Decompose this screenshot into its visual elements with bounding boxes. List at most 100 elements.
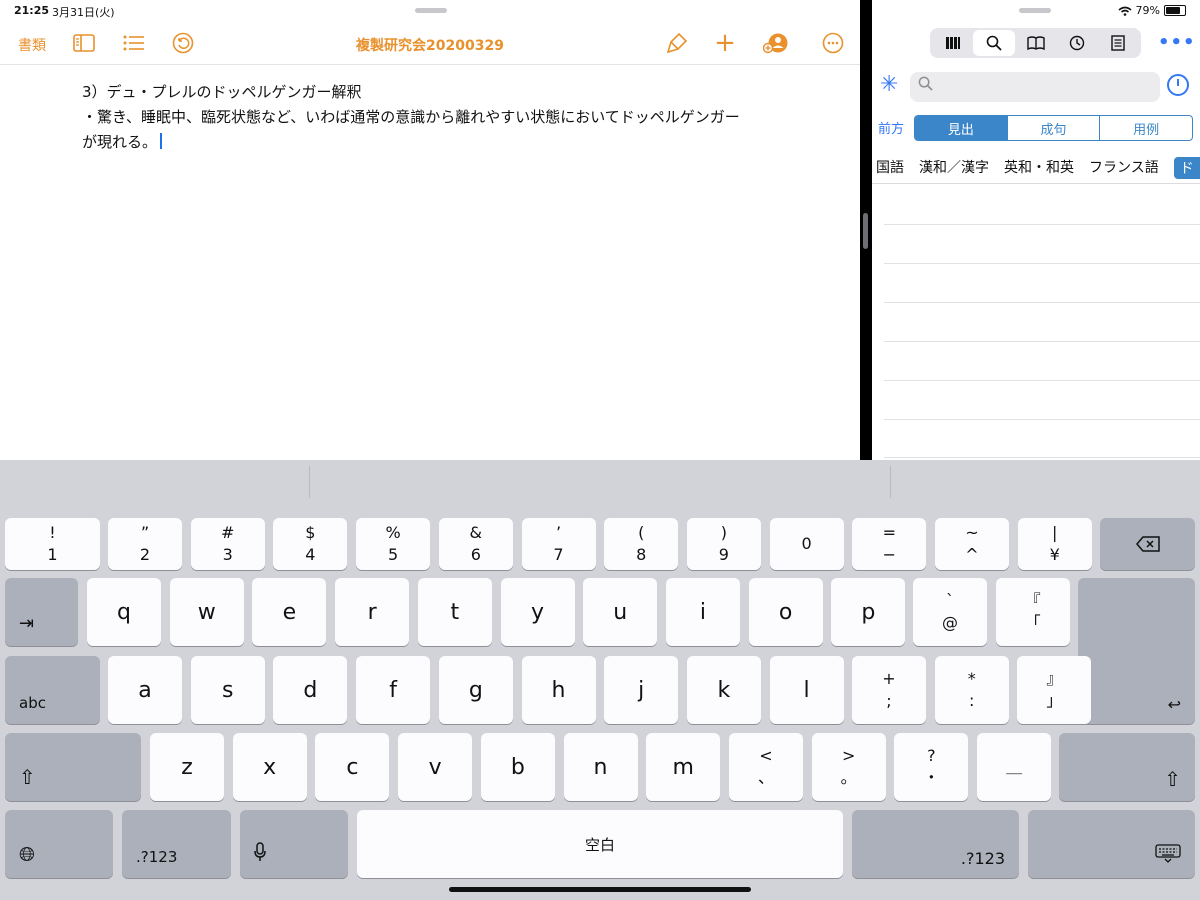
category-french[interactable]: フランス語 xyxy=(1089,157,1159,179)
key-symbol[interactable]: >。 xyxy=(811,733,886,801)
key-3[interactable]: #3 xyxy=(190,518,265,570)
key-s[interactable]: s xyxy=(190,656,265,724)
dictionary-search-field[interactable] xyxy=(910,72,1160,102)
key-i[interactable]: i xyxy=(665,578,740,646)
shift-key-right[interactable]: ⇧ xyxy=(1059,733,1195,801)
key-symbol[interactable]: ＿ xyxy=(977,733,1052,801)
wifi-icon xyxy=(1118,6,1132,16)
toolbar-divider xyxy=(0,64,860,65)
battery-icon xyxy=(1164,5,1186,16)
space-key[interactable]: 空白 xyxy=(357,810,843,878)
pages-pane xyxy=(0,0,860,460)
key-d[interactable]: d xyxy=(273,656,348,724)
mode-phrase[interactable]: 成句 xyxy=(1008,116,1101,140)
numbers-key-right[interactable]: .?123 xyxy=(852,810,1019,878)
key-^[interactable]: ~ ^ xyxy=(935,518,1009,570)
key-symbol[interactable]: ` @ xyxy=(913,578,987,646)
key-symbol[interactable]: 『「 xyxy=(995,578,1070,646)
home-indicator[interactable] xyxy=(449,887,751,892)
search-icon xyxy=(918,76,933,95)
key-8[interactable]: (8 xyxy=(604,518,679,570)
dictation-key[interactable] xyxy=(240,810,348,878)
key-2[interactable]: ” 2 xyxy=(108,518,182,570)
document-line: ・驚き、睡眠中、臨死状態など、いわば通常の意識から離れやすい状態においてドッペル… xyxy=(82,108,740,126)
globe-key[interactable]: 🌐︎ xyxy=(5,810,113,878)
key-t[interactable]: t xyxy=(417,578,492,646)
key-q[interactable]: q xyxy=(87,578,161,646)
more-icon[interactable]: ••• xyxy=(1158,32,1196,53)
status-time: 21:25 xyxy=(14,4,50,17)
key-¥[interactable]: | ¥ xyxy=(1017,518,1092,570)
key-j[interactable]: j xyxy=(604,656,679,724)
more-options-icon[interactable] xyxy=(821,31,845,55)
key-p[interactable]: p xyxy=(831,578,906,646)
shift-key-left[interactable]: ⇧ xyxy=(5,733,141,801)
key-h[interactable]: h xyxy=(521,656,596,724)
key-1[interactable]: ! 1 xyxy=(5,518,100,570)
key-n[interactable]: n xyxy=(563,733,638,801)
multitask-grabber-left[interactable] xyxy=(415,8,447,13)
category-german[interactable]: ド xyxy=(1173,157,1200,179)
mode-headword[interactable]: 見出 xyxy=(915,116,1008,140)
mode-example[interactable]: 用例 xyxy=(1100,116,1192,140)
history-tab[interactable] xyxy=(1056,30,1097,56)
match-mode-label[interactable]: 前方 xyxy=(878,118,904,137)
category-english[interactable]: 英和・和英 xyxy=(1004,157,1074,179)
key-−[interactable]: = − xyxy=(852,518,927,570)
status-right: 79% xyxy=(1118,4,1186,17)
key-g[interactable]: g xyxy=(438,656,513,724)
result-row-divider xyxy=(884,263,1200,264)
tab-key[interactable]: ⇥ xyxy=(5,578,78,646)
dictionary-view-switcher[interactable] xyxy=(930,28,1141,58)
key-x[interactable]: x xyxy=(232,733,307,801)
key-w[interactable]: w xyxy=(169,578,244,646)
key-symbol[interactable]: +; xyxy=(852,656,926,724)
multitask-grabber-right[interactable] xyxy=(1019,8,1051,13)
key-symbol[interactable]: 』」 xyxy=(1017,656,1092,724)
key-symbol[interactable]: *: xyxy=(934,656,1009,724)
key-m[interactable]: m xyxy=(646,733,721,801)
delete-key[interactable] xyxy=(1100,518,1195,570)
key-r[interactable]: r xyxy=(335,578,410,646)
dictionary-pane xyxy=(872,0,1200,460)
key-9[interactable]: ) 9 xyxy=(686,518,761,570)
abc-key[interactable]: abc xyxy=(5,656,100,724)
key-l[interactable]: l xyxy=(769,656,844,724)
category-kanji[interactable]: 漢和／漢字 xyxy=(919,157,989,179)
key-5[interactable]: % 5 xyxy=(356,518,431,570)
book-tab[interactable] xyxy=(1015,30,1056,56)
key-symbol[interactable]: ? ・ xyxy=(894,733,969,801)
key-o[interactable]: o xyxy=(748,578,823,646)
key-k[interactable]: k xyxy=(686,656,761,724)
library-tab[interactable] xyxy=(932,30,973,56)
search-tab[interactable] xyxy=(973,30,1015,56)
key-symbol[interactable]: <、 xyxy=(729,733,803,801)
key-u[interactable]: u xyxy=(583,578,658,646)
notes-tab[interactable] xyxy=(1098,30,1139,56)
numbers-key-left[interactable]: .?123 xyxy=(122,810,231,878)
key-e[interactable]: e xyxy=(252,578,327,646)
document-body[interactable]: 3）デュ・プレルのドッペルゲンガー解釈 ・驚き、睡眠中、臨死状態など、いわば通常… xyxy=(82,80,802,155)
category-japanese[interactable]: 国語 xyxy=(876,157,904,179)
split-view-handle[interactable] xyxy=(863,213,868,249)
collaborate-icon[interactable] xyxy=(763,31,789,55)
key-c[interactable]: c xyxy=(315,733,390,801)
key-7[interactable]: ’ 7 xyxy=(521,518,596,570)
key-z[interactable]: z xyxy=(150,733,224,801)
search-mode-segment[interactable]: 見出 成句 用例 xyxy=(914,115,1193,141)
format-brush-icon[interactable] xyxy=(665,31,689,55)
key-6[interactable]: & 6 xyxy=(438,518,513,570)
tab-icon: ⇥ xyxy=(19,613,35,634)
asterisk-icon[interactable]: ✳ xyxy=(880,72,898,97)
key-f[interactable]: f xyxy=(356,656,431,724)
key-a[interactable]: a xyxy=(108,656,182,724)
add-icon[interactable]: + xyxy=(713,28,737,58)
return-key[interactable]: ↩ xyxy=(1078,578,1195,724)
key-4[interactable]: $4 xyxy=(273,518,348,570)
key-0[interactable]: 0 xyxy=(769,518,844,570)
key-v[interactable]: v xyxy=(398,733,473,801)
hide-keyboard-key[interactable] xyxy=(1028,810,1195,878)
history-icon[interactable] xyxy=(1167,74,1189,96)
key-b[interactable]: b xyxy=(480,733,555,801)
key-y[interactable]: y xyxy=(500,578,575,646)
